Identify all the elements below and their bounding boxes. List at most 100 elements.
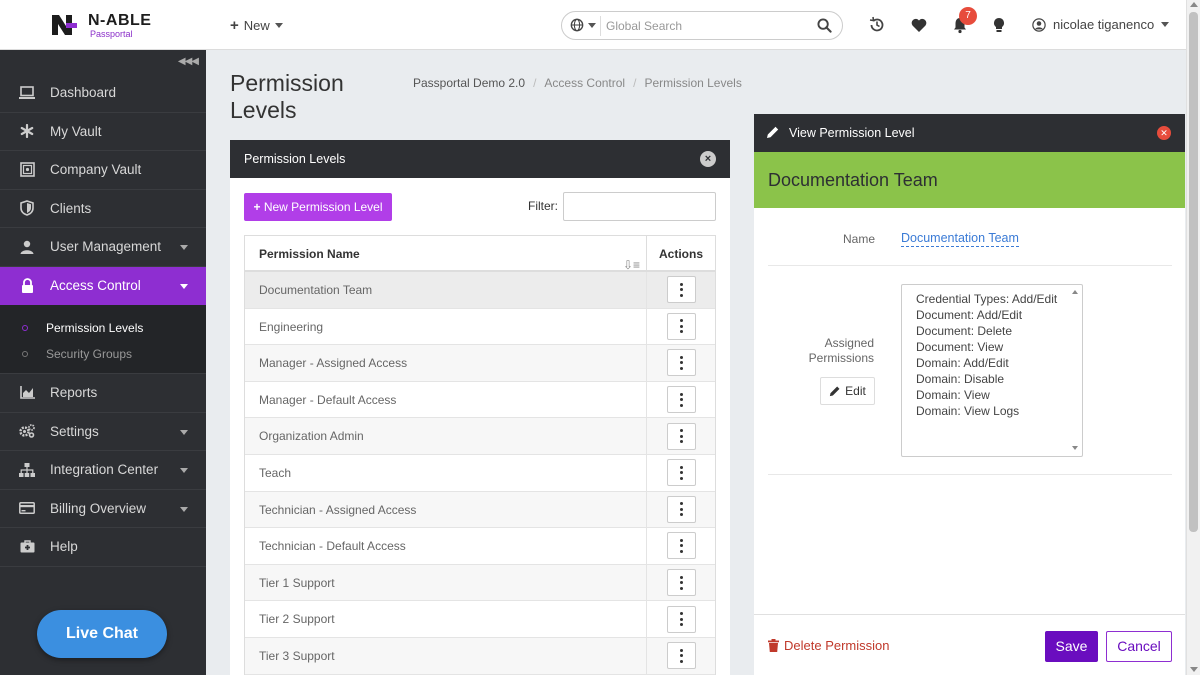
scroll-down-icon[interactable] xyxy=(1072,446,1078,450)
scroll-down-icon[interactable] xyxy=(1190,667,1198,672)
panel-header: Permission Levels × xyxy=(230,140,730,178)
pencil-icon xyxy=(830,386,840,397)
actions-cell xyxy=(647,638,715,674)
table-row[interactable]: Manager - Assigned Access xyxy=(245,345,715,382)
edit-label: Edit xyxy=(845,384,866,398)
heart-icon[interactable] xyxy=(910,16,928,34)
panel-footer: Delete Permission Save Cancel xyxy=(754,614,1185,675)
search-scope-dropdown[interactable] xyxy=(570,18,596,32)
table-row[interactable]: Teach xyxy=(245,454,715,492)
scroll-up-icon[interactable] xyxy=(1072,290,1078,294)
table-row[interactable]: Tier 2 Support xyxy=(245,601,715,638)
row-actions-menu-icon[interactable] xyxy=(666,532,696,560)
user-name: nicolae tiganenco xyxy=(1053,17,1155,32)
cancel-button[interactable]: Cancel xyxy=(1106,631,1172,662)
sidebar-item-integration-center[interactable]: Integration Center xyxy=(0,451,206,490)
filter-label: Filter: xyxy=(528,199,558,213)
breadcrumb-item-current: Permission Levels xyxy=(644,76,742,90)
sidebar-item-label: Dashboard xyxy=(50,85,117,101)
table-row[interactable]: Technician - Assigned Access xyxy=(245,491,715,529)
actions-cell xyxy=(647,345,715,381)
sidebar-item-reports[interactable]: Reports xyxy=(0,374,206,413)
chevron-down-icon xyxy=(588,22,596,28)
sidebar-item-company-vault[interactable]: Company Vault xyxy=(0,151,206,190)
pencil-icon xyxy=(767,126,779,138)
table-row[interactable]: Manager - Default Access xyxy=(245,381,715,419)
collapse-sidebar-icon[interactable]: ◀◀◀ xyxy=(178,56,199,67)
sidebar-item-settings[interactable]: Settings xyxy=(0,413,206,451)
search-icon[interactable] xyxy=(817,18,832,33)
row-actions-menu-icon[interactable] xyxy=(666,312,696,340)
row-actions-menu-icon[interactable] xyxy=(666,569,696,597)
table-row[interactable]: Organization Admin xyxy=(245,418,715,455)
close-icon[interactable]: ✕ xyxy=(1157,126,1171,140)
assigned-permissions-list[interactable]: Credential Types: Add/Edit Document: Add/… xyxy=(901,284,1083,457)
search-divider xyxy=(600,16,601,36)
close-icon[interactable]: × xyxy=(700,151,716,167)
page-scrollbar[interactable] xyxy=(1186,0,1200,675)
table-row[interactable]: Technician - Default Access xyxy=(245,528,715,565)
row-actions-menu-icon[interactable] xyxy=(666,276,696,304)
table-row[interactable]: Engineering xyxy=(245,308,715,346)
search-input[interactable] xyxy=(606,16,806,36)
cogs-icon xyxy=(19,423,35,439)
sidebar-item-clients[interactable]: Clients xyxy=(0,190,206,228)
chart-icon xyxy=(19,385,35,401)
sidebar-item-access-control[interactable]: Access Control xyxy=(0,266,206,305)
sidebar-subitem-security-groups[interactable]: Security Groups xyxy=(0,341,206,367)
sidebar-item-label: Company Vault xyxy=(50,162,142,178)
panel-title: View Permission Level xyxy=(789,126,915,140)
table-row[interactable]: Documentation Team xyxy=(245,272,715,309)
chevron-down-icon xyxy=(180,468,188,473)
delete-permission-button[interactable]: Delete Permission xyxy=(768,638,890,653)
chevron-down-icon xyxy=(180,429,188,435)
permission-item: Document: View xyxy=(916,340,1004,354)
name-value-editable[interactable]: Documentation Team xyxy=(901,231,1019,247)
row-actions-menu-icon[interactable] xyxy=(666,605,696,633)
breadcrumb-separator: / xyxy=(633,76,637,90)
permission-levels-table: Permission Name ⇩≡ Actions Documentation… xyxy=(244,235,716,675)
sidebar-item-billing-overview[interactable]: Billing Overview xyxy=(0,490,206,528)
row-actions-menu-icon[interactable] xyxy=(666,459,696,487)
table-row[interactable]: Tier 1 Support xyxy=(245,564,715,602)
sort-icon[interactable]: ⇩≡ xyxy=(623,247,640,283)
row-actions-menu-icon[interactable] xyxy=(666,386,696,414)
row-actions-menu-icon[interactable] xyxy=(666,642,696,670)
scrollbar-thumb[interactable] xyxy=(1189,12,1198,532)
sidebar-subitem-permission-levels[interactable]: Permission Levels xyxy=(0,315,206,341)
save-button[interactable]: Save xyxy=(1045,631,1098,662)
row-actions-menu-icon[interactable] xyxy=(666,495,696,523)
sidebar-item-user-management[interactable]: User Management xyxy=(0,228,206,267)
sidebar-item-help[interactable]: Help xyxy=(0,528,206,567)
delete-permission-label: Delete Permission xyxy=(784,638,890,653)
assigned-permissions-label: Assigned Permissions xyxy=(808,336,874,365)
panel-title: Permission Levels xyxy=(244,152,346,166)
permission-name-cell: Organization Admin xyxy=(245,418,647,454)
new-menu-button[interactable]: + New xyxy=(230,17,283,34)
permission-item: Document: Add/Edit xyxy=(916,308,1023,322)
filter-input[interactable] xyxy=(563,192,716,221)
sidebar-item-dashboard[interactable]: Dashboard xyxy=(0,74,206,113)
row-actions-menu-icon[interactable] xyxy=(666,349,696,377)
breadcrumb-item[interactable]: Passportal Demo 2.0 xyxy=(413,76,525,90)
column-header-actions: Actions xyxy=(658,247,703,261)
breadcrumb-item[interactable]: Access Control xyxy=(544,76,625,90)
sidebar-item-label: My Vault xyxy=(50,123,102,139)
live-chat-button[interactable]: Live Chat xyxy=(37,610,167,658)
table-row[interactable]: Tier 3 Support xyxy=(245,637,715,675)
new-permission-level-button[interactable]: + New Permission Level xyxy=(244,193,392,221)
breadcrumb-separator: / xyxy=(533,76,537,90)
edit-permissions-button[interactable]: Edit xyxy=(820,377,875,405)
scroll-up-icon[interactable] xyxy=(1190,2,1198,7)
user-menu[interactable]: nicolae tiganenco xyxy=(1032,17,1170,32)
history-icon[interactable] xyxy=(868,16,886,34)
column-header-permission-name[interactable]: Permission Name ⇩≡ xyxy=(245,236,647,272)
lightbulb-icon[interactable] xyxy=(990,16,1008,34)
safe-icon xyxy=(19,162,35,178)
actions-cell xyxy=(647,272,715,308)
view-permission-level-panel: View Permission Level ✕ Documentation Te… xyxy=(754,114,1185,675)
sidebar-item-my-vault[interactable]: My Vault xyxy=(0,113,206,151)
name-label: Name xyxy=(843,232,876,246)
app-logo[interactable]: N-ABLE Passportal xyxy=(50,11,170,41)
row-actions-menu-icon[interactable] xyxy=(666,422,696,450)
